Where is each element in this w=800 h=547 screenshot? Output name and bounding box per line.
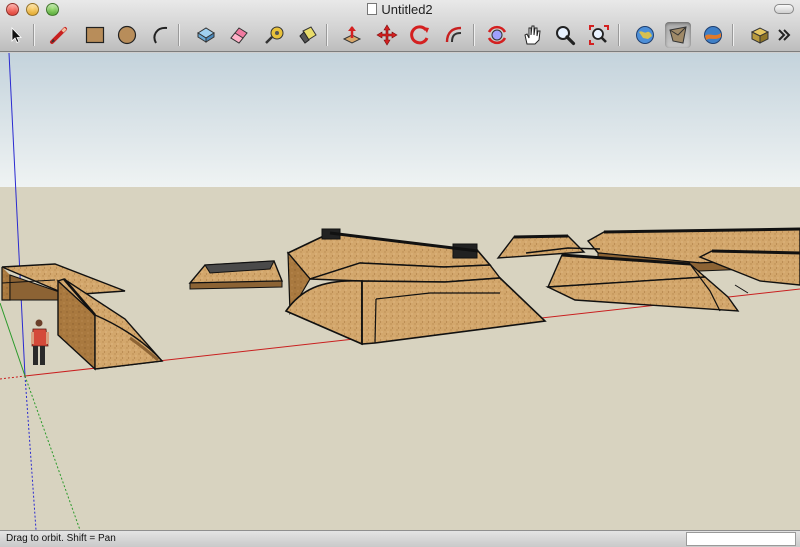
extension-warehouse-tool[interactable]: [747, 22, 773, 48]
rotate-icon: [410, 25, 429, 45]
toolbar-toggle-button[interactable]: [774, 4, 794, 14]
share-model-tool[interactable]: [665, 22, 691, 48]
magnifier-icon: [556, 26, 576, 46]
status-bar: Drag to orbit. Shift = Pan: [0, 530, 800, 547]
measurements-box[interactable]: [686, 532, 796, 546]
circle-tool[interactable]: [114, 22, 140, 48]
arc-icon: [153, 26, 168, 44]
rectangle-tool[interactable]: [82, 22, 108, 48]
scene-canvas[interactable]: [0, 53, 800, 530]
zoom-extents-icon: [589, 25, 609, 45]
paint-bucket-tool[interactable]: [295, 22, 321, 48]
pan-tool[interactable]: [519, 22, 545, 48]
make-component-tool[interactable]: [193, 22, 219, 48]
paint-bucket-icon: [299, 26, 317, 44]
tape-measure-icon: [265, 26, 284, 44]
orbit-icon: [487, 25, 507, 45]
offset-tool[interactable]: [441, 22, 467, 48]
offset-icon: [445, 26, 462, 43]
push-pull-icon: [342, 26, 362, 44]
select-tool[interactable]: [3, 22, 29, 48]
share-icon: [669, 26, 687, 44]
toolbar: [0, 20, 800, 50]
sketchup-window: Untitled2 Drag to orbit. Shift = Pan: [0, 0, 800, 547]
hand-icon: [524, 25, 541, 45]
window-chrome: Untitled2: [0, 0, 800, 52]
orbit-tool[interactable]: [484, 22, 510, 48]
eraser-tool[interactable]: [226, 22, 252, 48]
zoom-extents-tool[interactable]: [586, 22, 612, 48]
pencil-tool[interactable]: [46, 22, 72, 48]
arrow-cursor-icon: [11, 26, 22, 44]
arc-tool[interactable]: [148, 22, 174, 48]
rotate-tool[interactable]: [407, 22, 433, 48]
google-earth-tool[interactable]: [700, 22, 726, 48]
title-bar: Untitled2: [0, 2, 800, 17]
toolbar-overflow-button[interactable]: [775, 22, 793, 48]
double-chevron-right-icon: [778, 29, 791, 41]
move-arrows-icon: [376, 24, 398, 46]
pencil-icon: [50, 27, 67, 44]
extension-icon: [750, 27, 770, 44]
window-title: Untitled2: [381, 2, 433, 17]
eraser-icon: [230, 27, 248, 44]
tape-measure-tool[interactable]: [261, 22, 287, 48]
modeling-viewport[interactable]: [0, 53, 800, 530]
zoom-tool[interactable]: [552, 22, 578, 48]
component-icon: [197, 27, 215, 43]
status-message: Drag to orbit. Shift = Pan: [6, 533, 116, 544]
push-pull-tool[interactable]: [339, 22, 365, 48]
earth-icon: [704, 26, 722, 44]
move-tool[interactable]: [374, 22, 400, 48]
sky: [0, 53, 800, 187]
rectangle-icon: [85, 26, 105, 44]
globe-icon: [636, 26, 654, 44]
circle-icon: [117, 25, 137, 45]
get-models-tool[interactable]: [632, 22, 658, 48]
document-icon: [367, 3, 378, 15]
